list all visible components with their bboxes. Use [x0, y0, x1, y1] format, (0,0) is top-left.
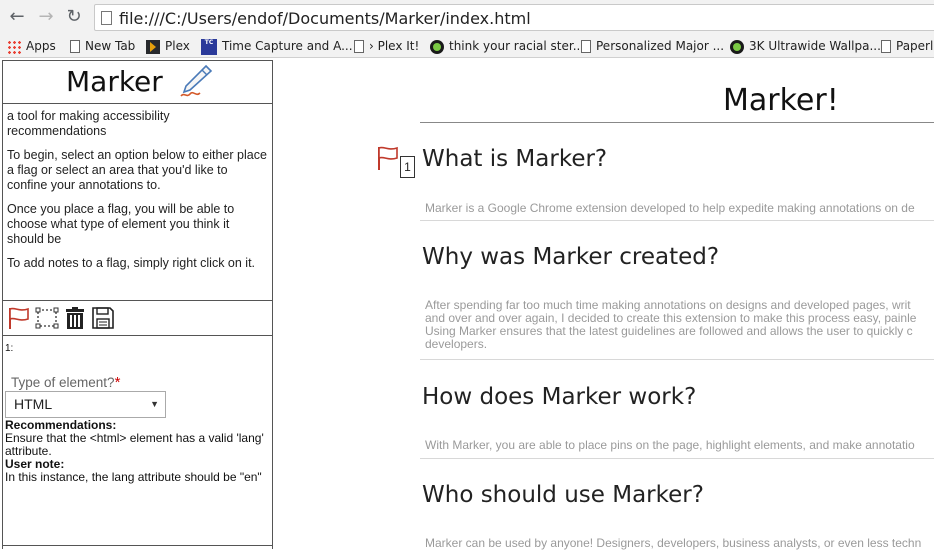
bookmark-time-capture[interactable]: TC Time Capture and A...	[201, 37, 353, 55]
url-text[interactable]: file:///C:/Users/endof/Documents/Marker/…	[119, 9, 531, 28]
address-bar[interactable]: file:///C:/Users/endof/Documents/Marker/…	[94, 4, 934, 31]
bookmark-apps[interactable]: Apps	[7, 37, 56, 55]
section-1-paragraph: Marker is a Google Chrome extension deve…	[425, 201, 915, 215]
bookmark-personalized-major[interactable]: Personalized Major ...	[581, 37, 724, 55]
page-icon	[354, 40, 364, 53]
logo-header: Marker	[3, 61, 272, 104]
heading-what-is-marker: What is Marker?	[422, 146, 608, 172]
back-arrow-icon[interactable]: ←	[7, 7, 27, 27]
intro-begin: To begin, select an option below to eith…	[7, 148, 267, 192]
page-icon	[581, 40, 591, 53]
bookmark-3k-wallpaper[interactable]: 3K Ultrawide Wallpa...	[730, 37, 881, 55]
section-divider	[420, 458, 934, 459]
section-4-paragraph: Marker can be used by anyone! Designers,…	[425, 536, 922, 550]
bookmark-plex[interactable]: Plex	[146, 37, 190, 55]
element-type-select[interactable]: HTML ▼	[5, 391, 166, 418]
time-capture-icon: TC	[201, 38, 217, 55]
element-type-value: HTML	[14, 396, 53, 412]
bookmark-plex-it[interactable]: › Plex It!	[354, 37, 419, 55]
section-divider	[420, 359, 934, 360]
pen-icon	[180, 64, 213, 97]
logo-text: Marker	[66, 65, 163, 98]
save-icon[interactable]	[91, 306, 115, 330]
page-icon	[70, 40, 80, 53]
page-title: Marker!	[723, 83, 839, 118]
heading-why-created: Why was Marker created?	[422, 244, 720, 270]
page-icon	[881, 40, 891, 53]
title-divider	[420, 122, 934, 123]
plex-icon	[146, 39, 160, 54]
type-of-element-label: Type of element?*	[11, 374, 121, 391]
tool-bar	[3, 301, 272, 336]
annotation-number: 1:	[5, 343, 14, 354]
chevron-down-icon: ▼	[150, 399, 159, 409]
section-3-paragraph: With Marker, you are able to place pins …	[425, 438, 915, 452]
select-area-icon[interactable]	[35, 306, 59, 330]
recommendations-text: Ensure that the <html> element has a val…	[5, 431, 264, 458]
heading-who-should-use: Who should use Marker?	[422, 482, 704, 508]
bookmark-new-tab[interactable]: New Tab	[70, 37, 135, 55]
flag-icon[interactable]	[7, 306, 31, 330]
green-circle-icon	[730, 39, 744, 54]
user-note-text: In this instance, the lang attribute sho…	[5, 470, 262, 484]
green-circle-icon	[430, 39, 444, 54]
heading-how-it-works: How does Marker work?	[422, 384, 697, 410]
page-icon	[101, 11, 112, 25]
intro-flag: Once you place a flag, you will be able …	[7, 202, 235, 246]
intro-notes: To add notes to a flag, simply right cli…	[7, 256, 256, 270]
browser-toolbar: ← → ↻ file:///C:/Users/endof/Documents/M…	[0, 0, 934, 34]
flag-number-badge: 1	[400, 156, 415, 178]
bookmarks-bar: Apps New Tab Plex TC Time Capture and A..…	[0, 34, 934, 58]
reload-icon[interactable]: ↻	[64, 7, 84, 27]
apps-grid-icon	[7, 39, 21, 54]
bookmark-racial[interactable]: think your racial ster...	[430, 37, 584, 55]
intro-text: a tool for making accessibility recommen…	[3, 104, 272, 301]
required-asterisk: *	[114, 374, 121, 391]
trash-icon[interactable]	[63, 306, 87, 330]
forward-arrow-icon[interactable]: →	[36, 7, 56, 27]
placed-flag-icon[interactable]	[376, 145, 400, 171]
bookmark-paperless[interactable]: Paperle	[881, 37, 934, 55]
section-divider	[420, 220, 934, 221]
marker-sidebar: Marker a tool for making accessibility r…	[2, 60, 273, 549]
annotation-panel: 1: Type of element?* HTML ▼ Recommendati…	[3, 336, 272, 546]
section-2-paragraph: After spending far too much time making …	[425, 298, 917, 351]
intro-tagline: a tool for making accessibility recommen…	[7, 109, 170, 138]
